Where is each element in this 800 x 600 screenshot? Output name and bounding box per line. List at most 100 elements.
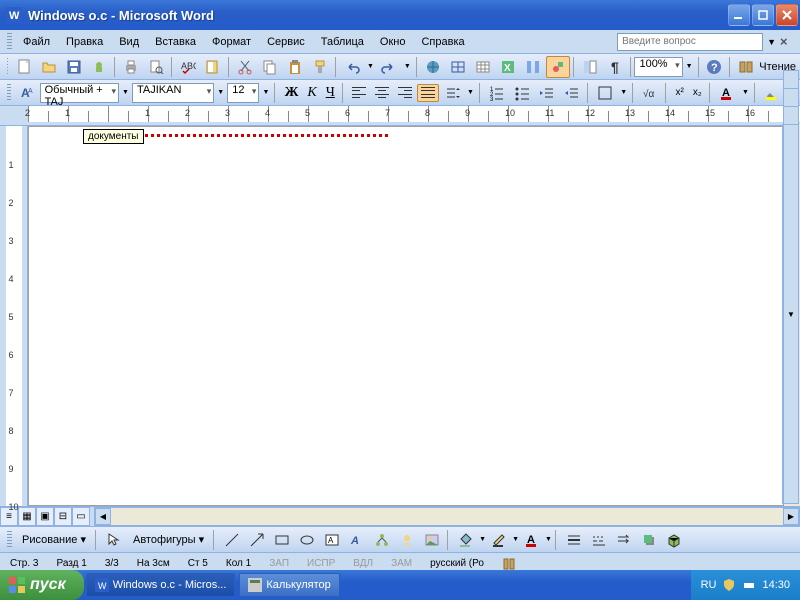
menu-edit[interactable]: Правка [58, 33, 111, 51]
taskbar-word-button[interactable]: W Windows o.c - Micros... [86, 573, 236, 597]
zoom-select[interactable]: 100% [634, 57, 682, 77]
text-box-icon[interactable]: A [320, 529, 344, 551]
shield-icon[interactable] [722, 578, 736, 592]
oval-icon[interactable] [295, 529, 319, 551]
paste-icon[interactable] [283, 56, 307, 78]
font-color-dropdown-icon[interactable]: ▼ [740, 89, 751, 96]
status-trk[interactable]: ИСПР [303, 558, 339, 569]
permission-icon[interactable] [87, 56, 111, 78]
help-icon[interactable]: ? [702, 56, 726, 78]
grip-handle[interactable] [7, 33, 12, 51]
vertical-ruler[interactable]: 12345678910 [0, 126, 28, 506]
align-right-button[interactable] [394, 84, 416, 102]
taskbar-calc-button[interactable]: Калькулятор [239, 573, 339, 597]
document-map-icon[interactable] [578, 56, 602, 78]
borders-icon[interactable] [593, 82, 617, 104]
askbox-dropdown-icon[interactable]: ▼ [767, 37, 776, 47]
start-button[interactable]: пуск [0, 570, 84, 600]
undo-icon[interactable] [340, 56, 364, 78]
styles-pane-icon[interactable]: AA [15, 82, 39, 104]
numbering-icon[interactable]: 123 [485, 82, 509, 104]
line-spacing-icon[interactable] [440, 82, 464, 104]
align-justify-button[interactable] [417, 84, 439, 102]
increase-indent-icon[interactable] [560, 82, 584, 104]
excel-icon[interactable]: X [496, 56, 520, 78]
grip-handle[interactable] [7, 84, 11, 102]
drawing-toolbar-toggle-icon[interactable] [546, 56, 570, 78]
drawing-menu[interactable]: Рисование ▾ [16, 531, 92, 548]
autoshapes-menu[interactable]: Автофигуры ▾ [127, 531, 210, 548]
superscript-button[interactable]: x² [672, 84, 688, 101]
arrow-icon[interactable] [245, 529, 269, 551]
web-layout-icon[interactable]: ▦ [18, 507, 36, 526]
cut-icon[interactable] [233, 56, 257, 78]
menu-file[interactable]: Файл [15, 33, 58, 51]
scroll-right-icon[interactable]: ▶ [783, 508, 799, 525]
status-ext[interactable]: ВДЛ [349, 558, 377, 569]
menu-view[interactable]: Вид [111, 33, 147, 51]
reading-view-icon[interactable]: ▭ [72, 507, 90, 526]
print-icon[interactable] [119, 56, 143, 78]
menu-format[interactable]: Формат [204, 33, 259, 51]
fill-color-icon[interactable] [454, 529, 478, 551]
menu-table[interactable]: Таблица [313, 33, 372, 51]
maximize-button[interactable] [752, 4, 774, 26]
3d-style-icon[interactable] [662, 529, 686, 551]
research-icon[interactable] [201, 56, 225, 78]
reading-layout-icon[interactable] [734, 56, 758, 78]
help-question-input[interactable] [617, 33, 763, 51]
rectangle-icon[interactable] [270, 529, 294, 551]
status-ovr[interactable]: ЗАМ [387, 558, 416, 569]
redo-icon[interactable] [377, 56, 401, 78]
copy-icon[interactable] [258, 56, 282, 78]
close-button[interactable] [776, 4, 798, 26]
outline-view-icon[interactable]: ⊟ [54, 507, 72, 526]
print-preview-icon[interactable] [144, 56, 168, 78]
menu-window[interactable]: Окно [372, 33, 414, 51]
document-close-button[interactable]: × [780, 34, 796, 50]
font-dropdown-icon[interactable]: ▼ [215, 89, 226, 96]
dash-style-icon[interactable] [587, 529, 611, 551]
document-page[interactable]: документы [28, 126, 784, 506]
font-color-icon[interactable]: A [715, 82, 739, 104]
fontcolor-dropdown-icon[interactable]: ▼ [545, 536, 552, 543]
line-spacing-dropdown-icon[interactable]: ▼ [465, 89, 476, 96]
menu-tools[interactable]: Сервис [259, 33, 313, 51]
format-painter-icon[interactable] [308, 56, 332, 78]
style-select[interactable]: Обычный + TAJ [40, 83, 119, 103]
arrow-style-icon[interactable] [612, 529, 636, 551]
bullets-icon[interactable] [510, 82, 534, 104]
linecolor-dropdown-icon[interactable]: ▼ [512, 536, 519, 543]
align-center-button[interactable] [371, 84, 393, 102]
browse-next-icon[interactable]: ▼ [783, 124, 799, 504]
scroll-left-icon[interactable]: ◀ [95, 508, 111, 525]
language-indicator[interactable]: RU [701, 579, 717, 591]
bold-button[interactable]: Ж [281, 83, 303, 103]
shadow-style-icon[interactable] [637, 529, 661, 551]
line-icon[interactable] [220, 529, 244, 551]
font-color-draw-icon[interactable]: A [520, 529, 544, 551]
zoom-dropdown-icon[interactable]: ▼ [684, 63, 695, 70]
hyperlink-icon[interactable] [421, 56, 445, 78]
grip-handle[interactable] [7, 531, 12, 549]
borders-dropdown-icon[interactable]: ▼ [618, 89, 629, 96]
open-icon[interactable] [37, 56, 61, 78]
line-color-icon[interactable] [487, 529, 511, 551]
insert-picture-icon[interactable] [420, 529, 444, 551]
save-icon[interactable] [62, 56, 86, 78]
underline-button[interactable]: Ч [322, 83, 339, 103]
subscript-button[interactable]: x₂ [689, 84, 706, 101]
status-language[interactable]: русский (Ро [426, 558, 488, 569]
minimize-button[interactable] [728, 4, 750, 26]
clock[interactable]: 14:30 [762, 579, 790, 591]
insert-table-icon[interactable] [471, 56, 495, 78]
grip-handle[interactable] [7, 58, 8, 76]
horizontal-ruler[interactable]: 211234567891011121314151617 [0, 106, 800, 126]
highlight-icon[interactable] [760, 82, 784, 104]
new-document-icon[interactable] [12, 56, 36, 78]
menu-help[interactable]: Справка [413, 33, 472, 51]
style-dropdown-icon[interactable]: ▼ [120, 89, 131, 96]
select-objects-icon[interactable] [102, 529, 126, 551]
equation-icon[interactable]: √α [638, 82, 662, 104]
horizontal-scrollbar[interactable]: ◀ ▶ [94, 507, 800, 526]
